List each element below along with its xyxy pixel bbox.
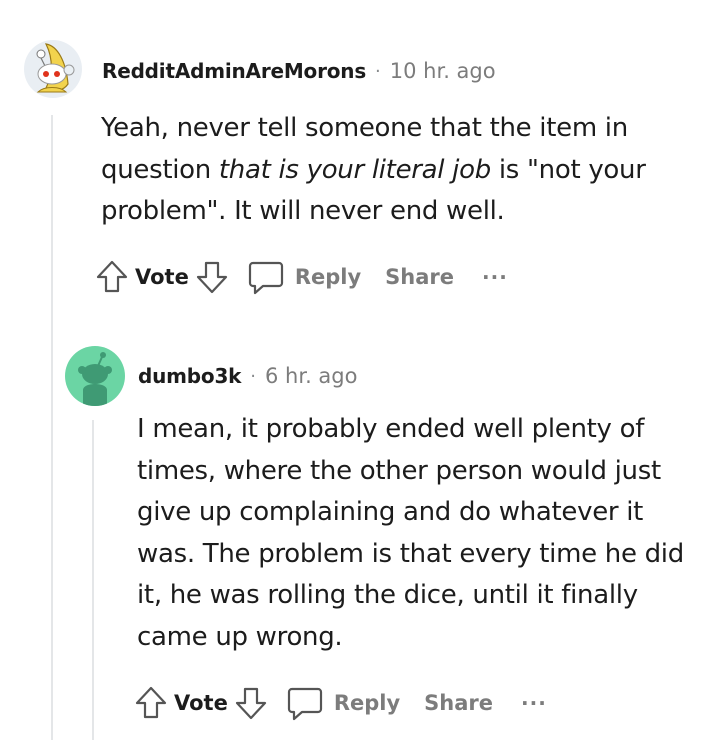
more-options-button[interactable]: ··· <box>521 691 547 715</box>
comment-2-body: I mean, it probably ended well plenty of… <box>137 414 684 652</box>
vote-label: Vote <box>135 265 189 289</box>
reply-button[interactable]: Reply <box>247 259 361 295</box>
comment-1-username[interactable]: RedditAdminAreMorons <box>102 59 366 83</box>
downvote-icon[interactable] <box>234 685 268 721</box>
share-button[interactable]: Share <box>424 691 493 715</box>
meta-separator: · <box>375 60 381 82</box>
chat-bubble-icon <box>247 259 285 295</box>
comment-1-actions: Vote Reply Share ··· <box>95 257 508 297</box>
thread-line-1[interactable] <box>51 115 53 740</box>
snoo-banana-avatar-icon <box>36 43 75 93</box>
share-button[interactable]: Share <box>385 265 454 289</box>
reply-button[interactable]: Reply <box>286 685 400 721</box>
reply-label: Reply <box>333 691 401 715</box>
chat-bubble-icon <box>286 685 324 721</box>
default-snoo-avatar-icon <box>78 352 112 406</box>
upvote-icon[interactable] <box>134 685 168 721</box>
thread-line-2[interactable] <box>92 420 94 740</box>
more-options-button[interactable]: ··· <box>482 265 508 289</box>
comment-2-actions: Vote Reply Share ··· <box>134 683 547 723</box>
vote-label: Vote <box>174 691 228 715</box>
comment-1-timestamp[interactable]: 10 hr. ago <box>390 59 496 83</box>
comment-2-timestamp[interactable]: 6 hr. ago <box>265 364 357 388</box>
meta-separator: · <box>250 365 257 387</box>
upvote-icon[interactable] <box>95 259 129 295</box>
user-avatar-2[interactable] <box>65 346 125 406</box>
comment-1-meta: RedditAdminAreMorons · 10 hr. ago <box>102 59 496 83</box>
comment-2-meta: dumbo3k · 6 hr. ago <box>138 364 357 388</box>
downvote-icon[interactable] <box>195 259 229 295</box>
reply-label: Reply <box>294 265 362 289</box>
comment-2-username[interactable]: dumbo3k <box>138 364 241 388</box>
user-avatar-1[interactable] <box>24 40 82 98</box>
comment-1-body: Yeah, never tell someone that the item i… <box>101 108 671 233</box>
comment-1-body-italic: that is your literal job <box>218 154 491 185</box>
